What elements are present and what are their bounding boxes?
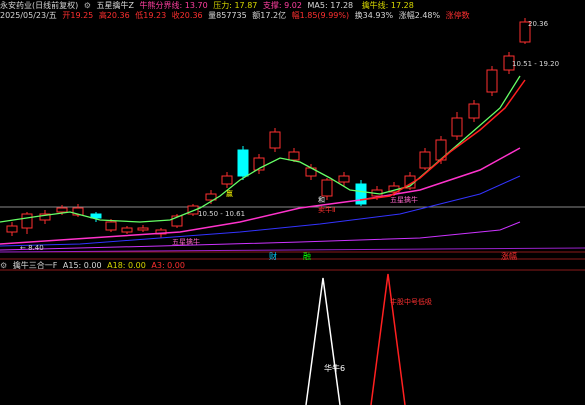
candle: [468, 103, 480, 119]
ohlc-row: 2025/05/23/五 开19.25 高20.36 低19.23 收20.36…: [0, 11, 473, 21]
marker-rong[interactable]: 融: [300, 252, 314, 262]
ohlc-item: 幅1.85(9.99%): [291, 11, 350, 20]
high-price-label: 20.36: [528, 20, 549, 28]
header-item: 牛熊分界线: 13.70: [139, 1, 208, 10]
subchart-item: A3: 0.00: [151, 261, 185, 270]
stock-name: 永安药业(日线前复权): [0, 1, 79, 10]
ohlc-date: 2025/05/23/五: [0, 11, 57, 20]
subchart-white-spike: [305, 277, 341, 405]
candle: [6, 225, 18, 233]
candle: [237, 149, 249, 177]
candle: [269, 131, 281, 149]
subchart-title[interactable]: 擒牛三合一F: [13, 261, 58, 270]
wuxing-label-2: 五星擒牛: [390, 196, 418, 204]
low-price-label: ← 8.40: [20, 244, 44, 252]
candle: [221, 175, 233, 185]
candle: [419, 151, 431, 169]
ohlc-item: 换34.93%: [354, 11, 394, 20]
ohlc-item: 低19.23: [135, 11, 167, 20]
marker-cai[interactable]: 财: [266, 252, 280, 262]
ma-purple-line: [0, 221, 521, 251]
candle: [21, 213, 33, 229]
ohlc-item: 涨停数: [445, 11, 470, 20]
header-row: 永安药业(日线前复权) ⚙ 五星擒牛Z 牛熊分界线: 13.70 压力: 17.…: [0, 1, 420, 11]
candle: [486, 69, 498, 93]
candle: [288, 151, 300, 161]
subchart-white-label: 华牛6: [324, 364, 346, 373]
candle: [105, 221, 117, 231]
header-item: 压力: 17.87: [213, 1, 258, 10]
candle: [451, 117, 463, 137]
wuxing-label-1: 五星擒牛: [172, 238, 200, 246]
price-chart[interactable]: [0, 0, 585, 405]
subchart-red-label: 牛股中号低吸: [390, 298, 432, 306]
gear-icon[interactable]: ⚙: [84, 1, 91, 10]
header-item: 支撑: 9.02: [262, 1, 302, 10]
ohlc-item: 收20.36: [171, 11, 203, 20]
gear-icon[interactable]: ⚙: [0, 261, 7, 270]
subchart-header: ⚙ 擒牛三合一F A15: 0.00 A18: 0.00 A3: 0.00: [0, 261, 188, 271]
ohlc-item: 涨幅2.48%: [398, 11, 441, 20]
range-upper-label: 10.51 - 19.20: [512, 60, 560, 68]
candle: [137, 227, 149, 231]
header-item: 擒牛线: 17.28: [361, 1, 414, 10]
sell-label: 卖牛Ⅱ: [318, 206, 336, 214]
subchart-item: A15: 0.00: [62, 261, 102, 270]
candle: [121, 227, 133, 233]
ohlc-item: 额17.2亿: [252, 11, 287, 20]
ohlc-item: 开19.25: [62, 11, 94, 20]
subchart-item: A18: 0.00: [107, 261, 146, 270]
header-item: MA5: 17.28: [307, 1, 354, 10]
ohlc-item: 高20.36: [98, 11, 130, 20]
ying-label: 赢: [226, 190, 233, 198]
indicator-name[interactable]: 五星擒牛Z: [97, 1, 134, 10]
candle: [321, 179, 333, 197]
candle: [338, 175, 350, 183]
subchart-red-spike: [370, 273, 406, 405]
range-lower-label: 10.50 - 10.61: [198, 210, 246, 218]
ohlc-item: 量857735: [208, 11, 247, 20]
marker-zhangfu[interactable]: 涨幅: [498, 252, 520, 262]
candle: [56, 207, 68, 213]
he-label: 和: [318, 196, 325, 204]
